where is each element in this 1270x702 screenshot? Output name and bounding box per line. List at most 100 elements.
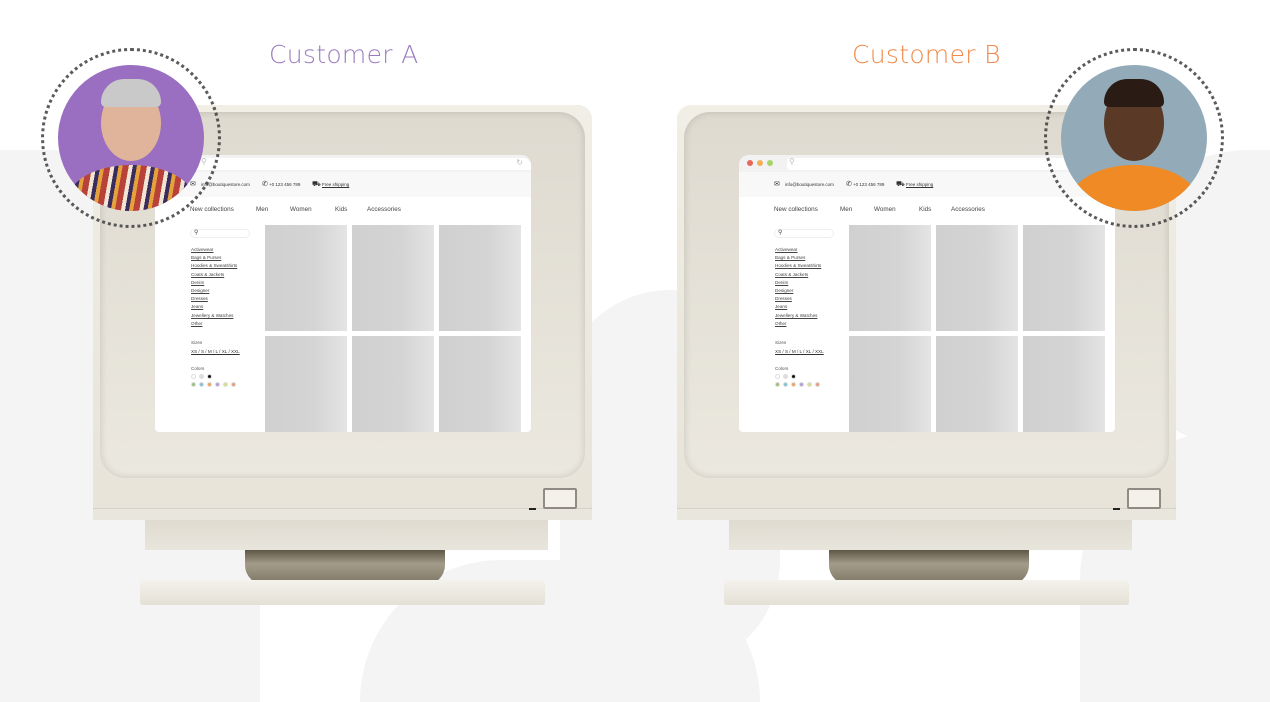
mail-icon: ✉ bbox=[774, 181, 780, 188]
shirt bbox=[68, 165, 194, 211]
main-nav: New collections Men Women Kids Accessories bbox=[739, 197, 1115, 227]
category-link[interactable]: Jeans bbox=[775, 304, 821, 312]
color-swatch[interactable] bbox=[775, 374, 780, 379]
sidebar-search-input[interactable]: ⚲ bbox=[774, 229, 834, 238]
product-tile[interactable] bbox=[352, 225, 434, 331]
nav-item[interactable]: Men bbox=[840, 206, 852, 213]
monitor-base bbox=[724, 580, 1129, 605]
product-tile[interactable] bbox=[439, 225, 521, 331]
category-link[interactable]: Jewellery & Watches bbox=[775, 313, 821, 321]
phone-icon: ✆ bbox=[262, 181, 268, 188]
monitor-stand bbox=[145, 520, 548, 550]
category-link[interactable]: Activewear bbox=[191, 247, 237, 255]
category-link[interactable]: Other bbox=[775, 321, 821, 329]
category-link[interactable]: Bags & Purses bbox=[191, 255, 237, 263]
product-tile[interactable] bbox=[936, 336, 1018, 432]
main-nav: New collections Men Women Kids Accessories bbox=[155, 197, 531, 227]
customer-a-title: Customer A bbox=[269, 40, 419, 69]
product-tile[interactable] bbox=[265, 225, 347, 331]
category-link[interactable]: Hoodies & Sweatshirts bbox=[191, 263, 237, 271]
store-email[interactable]: info@boutiquestore.com bbox=[785, 182, 834, 187]
search-icon: ⚲ bbox=[194, 230, 199, 236]
minimize-dot-icon[interactable] bbox=[757, 160, 763, 166]
category-link[interactable]: Activewear bbox=[775, 247, 821, 255]
category-link[interactable]: Denim bbox=[191, 280, 237, 288]
category-link[interactable]: Jewellery & Watches bbox=[191, 313, 237, 321]
colors-label: Colors bbox=[775, 366, 789, 371]
power-led bbox=[1113, 508, 1120, 510]
color-swatch[interactable] bbox=[223, 382, 228, 387]
color-swatch[interactable] bbox=[775, 382, 780, 387]
color-swatch[interactable] bbox=[783, 382, 788, 387]
sizes-list[interactable]: XS / S / M / L / XL / XXL bbox=[191, 349, 240, 354]
nav-item[interactable]: Kids bbox=[919, 206, 931, 213]
category-link[interactable]: Jeans bbox=[191, 304, 237, 312]
store-phone: +0 123 456 789 bbox=[853, 182, 885, 187]
free-shipping-link[interactable]: Free shipping bbox=[906, 182, 933, 187]
category-link[interactable]: Denim bbox=[775, 280, 821, 288]
nav-item[interactable]: New collections bbox=[190, 206, 234, 213]
product-tile[interactable] bbox=[1023, 225, 1105, 331]
category-link[interactable]: Designer bbox=[191, 288, 237, 296]
sidebar-search-input[interactable]: ⚲ bbox=[190, 229, 250, 238]
product-tile[interactable] bbox=[352, 336, 434, 432]
reload-icon[interactable]: ↻ bbox=[516, 158, 523, 167]
hair bbox=[1104, 79, 1164, 107]
product-tile[interactable] bbox=[1023, 336, 1105, 432]
nav-item[interactable]: Accessories bbox=[367, 206, 401, 213]
color-swatch[interactable] bbox=[191, 374, 196, 379]
category-link[interactable]: Hoodies & Sweatshirts bbox=[775, 263, 821, 271]
search-icon: ⚲ bbox=[789, 157, 795, 166]
truck-icon: ⛟ bbox=[312, 181, 321, 188]
phone-icon: ✆ bbox=[846, 181, 852, 188]
store-phone: +0 123 456 789 bbox=[269, 182, 301, 187]
category-link[interactable]: Dresses bbox=[775, 296, 821, 304]
search-icon: ⚲ bbox=[778, 230, 783, 236]
color-swatch[interactable] bbox=[791, 374, 796, 379]
color-swatch[interactable] bbox=[791, 382, 796, 387]
sizes-list[interactable]: XS / S / M / L / XL / XXL bbox=[775, 349, 824, 354]
nav-item[interactable]: Men bbox=[256, 206, 268, 213]
color-swatch[interactable] bbox=[191, 382, 196, 387]
product-tile[interactable] bbox=[849, 225, 931, 331]
nav-item[interactable]: Women bbox=[290, 206, 312, 213]
category-link[interactable]: Other bbox=[191, 321, 237, 329]
color-swatch[interactable] bbox=[215, 382, 220, 387]
color-swatch[interactable] bbox=[799, 382, 804, 387]
product-tile[interactable] bbox=[849, 336, 931, 432]
product-tile[interactable] bbox=[265, 336, 347, 432]
color-swatch[interactable] bbox=[783, 374, 788, 379]
color-swatch[interactable] bbox=[231, 382, 236, 387]
shirt bbox=[1071, 165, 1197, 211]
product-tile[interactable] bbox=[936, 225, 1018, 331]
maximize-dot-icon[interactable] bbox=[767, 160, 773, 166]
color-swatch[interactable] bbox=[199, 374, 204, 379]
color-swatch[interactable] bbox=[815, 382, 820, 387]
nav-item[interactable]: Kids bbox=[335, 206, 347, 213]
color-swatch[interactable] bbox=[207, 382, 212, 387]
category-list: Activewear Bags & Purses Hoodies & Sweatsh… bbox=[775, 247, 821, 329]
category-link[interactable]: Dresses bbox=[191, 296, 237, 304]
category-link[interactable]: Coats & Jackets bbox=[191, 272, 237, 280]
category-link[interactable]: Coats & Jackets bbox=[775, 272, 821, 280]
nav-item[interactable]: New collections bbox=[774, 206, 818, 213]
customer-avatar bbox=[58, 65, 204, 211]
category-link[interactable]: Bags & Purses bbox=[775, 255, 821, 263]
category-link[interactable]: Designer bbox=[775, 288, 821, 296]
power-button[interactable] bbox=[1127, 488, 1161, 509]
color-swatch[interactable] bbox=[807, 382, 812, 387]
customer-b-title: Customer B bbox=[852, 40, 1001, 69]
product-tile[interactable] bbox=[439, 336, 521, 432]
color-swatch[interactable] bbox=[207, 374, 212, 379]
customer-avatar bbox=[1061, 65, 1207, 211]
free-shipping-link[interactable]: Free shipping bbox=[322, 182, 349, 187]
nav-item[interactable]: Women bbox=[874, 206, 896, 213]
power-led bbox=[529, 508, 536, 510]
close-dot-icon[interactable] bbox=[747, 160, 753, 166]
nav-item[interactable]: Accessories bbox=[951, 206, 985, 213]
truck-icon: ⛟ bbox=[896, 181, 905, 188]
sizes-label: Sizes bbox=[191, 340, 203, 345]
monitor-base bbox=[140, 580, 545, 605]
color-swatch[interactable] bbox=[199, 382, 204, 387]
power-button[interactable] bbox=[543, 488, 577, 509]
